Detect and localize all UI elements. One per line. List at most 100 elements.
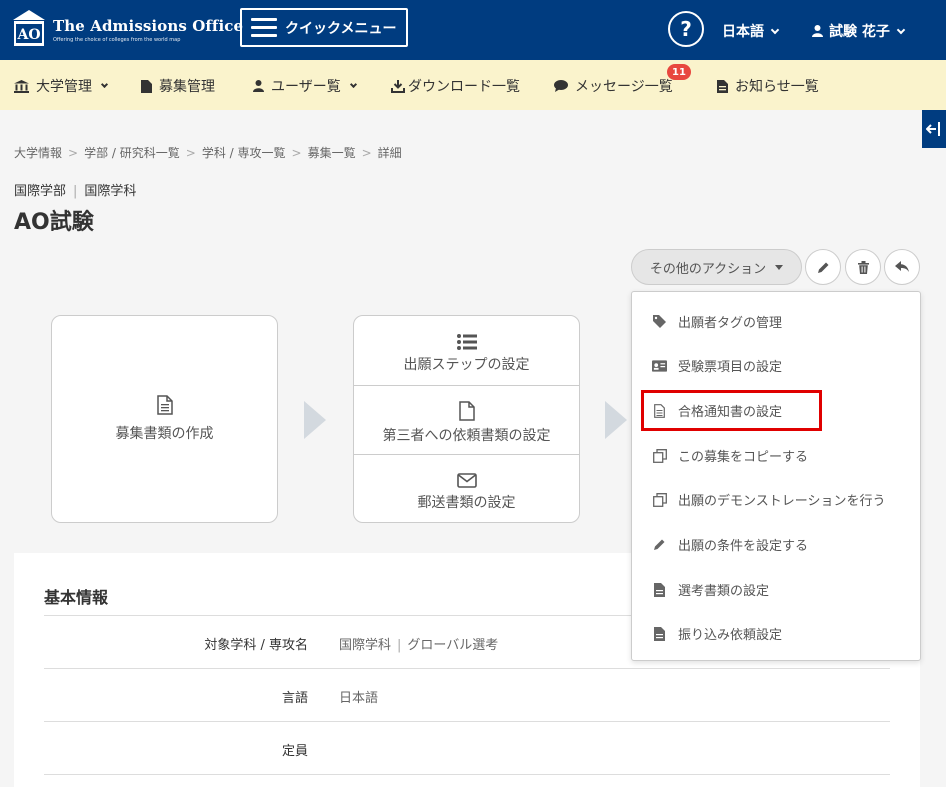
copy-icon	[652, 492, 667, 507]
application-settings-card: 出願ステップの設定 第三者への依頼書類の設定 郵送書類の設定	[353, 315, 580, 523]
chevron-down-icon	[349, 80, 357, 88]
menu-item-label: 出願者タグの管理	[678, 316, 783, 331]
pencil-icon	[817, 262, 828, 273]
breadcrumb: 大学情報 > 学部 / 研究科一覧 > 学科 / 専攻一覧 > 募集一覧 > 詳細	[14, 144, 402, 161]
menu-item-conditions[interactable]: 出願の条件を設定する	[652, 535, 808, 554]
user-icon	[253, 80, 264, 92]
menu-item-exam-ticket[interactable]: 受験票項目の設定	[652, 356, 782, 375]
user-icon	[812, 25, 823, 37]
setting-label: 第三者への依頼書類の設定	[382, 428, 551, 444]
nav-label: 募集管理	[159, 79, 215, 95]
menu-item-label: 出願の条件を設定する	[678, 539, 809, 554]
breadcrumb-item[interactable]: 学科 / 専攻一覧	[202, 146, 286, 160]
menu-item-transfer-request[interactable]: 振り込み依頼設定	[652, 624, 782, 643]
menu-item-label: 受験票項目の設定	[678, 360, 783, 375]
app-name[interactable]: The Admissions Office	[53, 17, 243, 35]
other-actions-button[interactable]: その他のアクション	[631, 249, 802, 285]
menu-item-applicant-tags[interactable]: 出願者タグの管理	[652, 312, 782, 331]
other-actions-menu: 出願者タグの管理 受験票項目の設定 合格通知書の設定 この募集をコピーする 出願…	[631, 291, 921, 661]
other-actions-label: その他のアクション	[649, 261, 767, 277]
breadcrumb-item[interactable]: 募集一覧	[308, 146, 356, 160]
document-icon	[156, 395, 173, 415]
menu-item-label: 合格通知書の設定	[678, 405, 783, 420]
department-path: 国際学部 | 国際学科	[14, 180, 136, 199]
menu-item-acceptance-notice[interactable]: 合格通知書の設定	[652, 401, 782, 420]
menu-item-label: 選考書類の設定	[678, 584, 770, 599]
nav-downloads[interactable]: ダウンロード一覧	[391, 76, 520, 96]
bank-icon	[14, 79, 29, 93]
card-label: 募集書類の作成	[115, 426, 214, 442]
department-sep: |	[73, 184, 78, 199]
language-selector[interactable]: 日本語	[722, 21, 780, 41]
message-count-badge: 11	[667, 64, 691, 80]
file-icon	[654, 626, 665, 641]
nav-label: ダウンロード一覧	[408, 79, 520, 95]
chevron-down-icon	[770, 25, 780, 35]
menu-item-copy-recruitment[interactable]: この募集をコピーする	[652, 446, 808, 465]
breadcrumb-item[interactable]: 大学情報	[14, 146, 62, 160]
trash-icon	[857, 260, 869, 274]
quick-menu-button[interactable]: クイックメニュー	[240, 8, 408, 47]
value-part: 国際学科	[339, 638, 392, 653]
menu-item-label: この募集をコピーする	[678, 450, 809, 465]
menu-item-selection-docs[interactable]: 選考書類の設定	[652, 580, 769, 599]
edit-button[interactable]	[805, 249, 841, 285]
breadcrumb-sep: >	[291, 146, 302, 160]
nav-university[interactable]: 大学管理	[14, 76, 109, 96]
breadcrumb-current: 詳細	[377, 146, 402, 160]
help-button[interactable]: ?	[668, 11, 704, 47]
divider	[44, 774, 890, 775]
breadcrumb-sep: >	[68, 146, 79, 160]
nav-users[interactable]: ユーザー覧	[253, 76, 357, 96]
nav-recruitment[interactable]: 募集管理	[141, 76, 215, 96]
setting-label: 出願ステップの設定	[403, 356, 530, 373]
breadcrumb-item[interactable]: 学部 / 研究科一覧	[84, 146, 180, 160]
create-recruitment-docs-card[interactable]: 募集書類の作成	[51, 315, 278, 523]
nav-messages[interactable]: メッセージ一覧	[554, 76, 673, 96]
envelope-icon	[456, 473, 477, 488]
menu-item-label: 出願のデモンストレーションを行う	[678, 494, 886, 509]
list-icon	[456, 333, 477, 350]
sidebar-toggle-button[interactable]	[922, 110, 946, 148]
delete-button[interactable]	[845, 249, 881, 285]
main-nav: 大学管理 募集管理 ユーザー覧 ダウンロード一覧 メッセージ一覧 お知らせ一覧	[0, 60, 946, 110]
file-icon	[654, 582, 665, 597]
chevron-down-icon	[896, 25, 906, 35]
id-card-icon	[652, 359, 667, 372]
menu-item-demonstration[interactable]: 出願のデモンストレーションを行う	[652, 490, 885, 509]
mail-docs-setting[interactable]: 郵送書類の設定	[354, 455, 579, 522]
breadcrumb-sep: >	[361, 146, 372, 160]
user-menu[interactable]: 試験 花子	[812, 21, 906, 41]
svg-text:AO: AO	[16, 27, 40, 43]
back-button[interactable]	[884, 249, 920, 285]
row-label: 言語	[281, 691, 308, 706]
logo-icon[interactable]: AO	[12, 9, 46, 47]
row-value: 国際学科 | グローバル選考	[339, 634, 498, 653]
nav-label: ユーザー覧	[271, 79, 341, 95]
nav-label: お知らせ一覧	[735, 79, 819, 95]
divider	[44, 721, 890, 722]
row-label: 定員	[281, 744, 308, 759]
application-steps-setting[interactable]: 出願ステップの設定	[354, 316, 579, 385]
document-icon	[654, 403, 665, 418]
hamburger-icon	[251, 17, 277, 39]
nav-notices[interactable]: お知らせ一覧	[717, 76, 819, 96]
chevron-down-icon	[100, 80, 109, 88]
third-party-docs-setting[interactable]: 第三者への依頼書類の設定	[354, 386, 579, 454]
chat-icon	[554, 80, 568, 92]
nav-label: 大学管理	[36, 79, 92, 95]
section-title: 基本情報	[44, 588, 109, 607]
tag-icon	[652, 315, 666, 328]
file-icon	[717, 79, 728, 93]
collapse-arrow-icon	[926, 122, 940, 136]
download-icon	[391, 79, 405, 93]
row-label: 対象学科 / 専攻名	[204, 638, 308, 653]
subject-name: 国際学科	[84, 184, 137, 199]
user-name: 試験 花子	[829, 24, 890, 40]
flow-arrow-icon	[304, 401, 326, 439]
copy-icon	[652, 448, 667, 463]
language-label: 日本語	[722, 24, 764, 40]
value-sep: |	[397, 638, 402, 653]
nav-label: メッセージ一覧	[575, 79, 673, 95]
pencil-icon	[654, 539, 665, 550]
